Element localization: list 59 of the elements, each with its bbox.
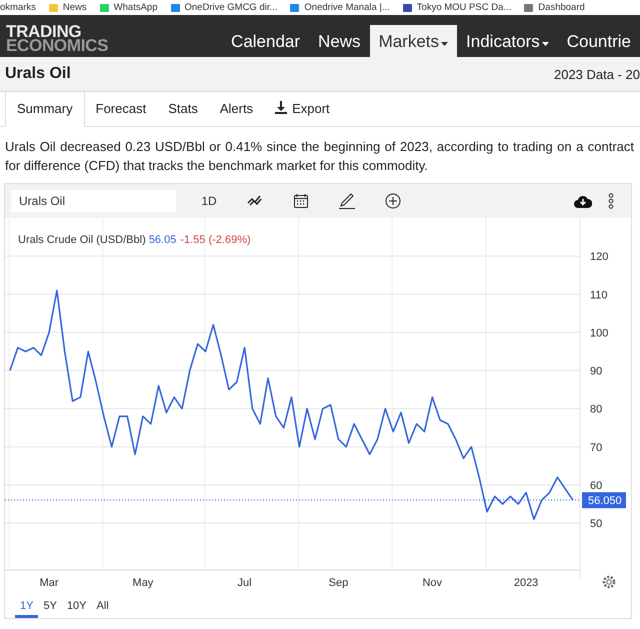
logo-text[interactable]: ECONOMICS <box>6 39 108 53</box>
y-axis-label: 80 <box>590 404 602 416</box>
tab[interactable]: Export <box>264 92 341 126</box>
legend-change: -1.55 (-2.69%) <box>180 234 251 246</box>
bookmark-icon <box>290 4 300 12</box>
legend-label: Urals Crude Oil (USD/Bbl) <box>18 234 147 246</box>
x-axis-label: May <box>132 577 154 589</box>
x-axis-label: Jul <box>238 577 252 589</box>
bookmark-icon <box>402 4 412 12</box>
last-price-label: 56.050 <box>582 492 626 508</box>
nav-link[interactable]: Calendar <box>222 25 310 57</box>
bookmark-link[interactable]: News <box>48 2 87 13</box>
nav-link[interactable]: Countrie <box>558 25 640 57</box>
legend-value: 56.05 <box>148 234 176 246</box>
y-axis-label: 90 <box>590 366 602 378</box>
y-axis-label: 60 <box>590 480 602 492</box>
more-icon <box>608 193 614 209</box>
bookmark-icon <box>48 4 58 12</box>
bookmark-link[interactable]: okmarks <box>0 2 36 13</box>
download-icon <box>275 101 288 114</box>
x-axis-label: Sep <box>328 577 348 589</box>
range-tab[interactable]: 10Y <box>62 596 92 618</box>
x-axis-label: Nov <box>422 577 442 589</box>
page-title: Urals Oil <box>5 65 71 83</box>
y-axis-label: 100 <box>590 327 608 340</box>
tab[interactable]: Summary <box>5 92 85 127</box>
range-tab[interactable]: 5Y <box>38 596 62 618</box>
y-axis-label: 120 <box>590 251 608 264</box>
bookmark-link[interactable]: Onedrive Manala |... <box>290 2 390 13</box>
bookmark-link[interactable]: Dashboard <box>524 2 585 13</box>
tab[interactable]: Alerts <box>208 92 264 126</box>
data-range-text: 2023 Data - 20 <box>554 66 640 82</box>
x-axis-label: Mar <box>40 577 59 589</box>
bookmark-icon <box>100 4 109 12</box>
bookmark-icon <box>524 4 534 12</box>
settings-icon[interactable] <box>602 576 616 588</box>
bookmark-link[interactable]: Tokyo MOU PSC Da... <box>402 2 512 13</box>
y-axis-label: 110 <box>590 289 608 302</box>
logo-text[interactable]: TRADING <box>6 25 108 39</box>
tab[interactable]: Forecast <box>84 92 158 126</box>
y-axis-label: 50 <box>590 518 602 530</box>
add-circle-icon <box>385 193 401 209</box>
pencil-icon <box>339 193 355 209</box>
interval-button[interactable]: 1D <box>186 194 232 208</box>
nav-link[interactable]: Indicators <box>457 25 558 57</box>
cloud-download-icon <box>574 194 592 208</box>
range-tab[interactable]: 1Y <box>15 596 38 618</box>
range-tab[interactable]: All <box>92 596 114 618</box>
bookmark-icon <box>170 4 180 12</box>
summary-paragraph: Urals Oil decreased 0.23 USD/Bbl or 0.41% since the beginning of 2023, according to trading on a contract for difference (CFD) that tracks the benchmark market for this commodity. <box>5 138 634 175</box>
x-axis-label: 2023 <box>514 577 538 589</box>
nav-link[interactable]: Markets <box>370 25 458 57</box>
calendar-icon <box>293 193 309 209</box>
bookmark-link[interactable]: OneDrive GMCG dir... <box>170 2 278 13</box>
bookmark-link[interactable]: WhatsApp <box>100 2 158 13</box>
y-axis-label: 70 <box>590 442 602 454</box>
symbol-field[interactable]: Urals Oil <box>11 190 176 212</box>
nav-link[interactable]: News <box>309 25 370 57</box>
tab[interactable]: Stats <box>157 92 209 126</box>
